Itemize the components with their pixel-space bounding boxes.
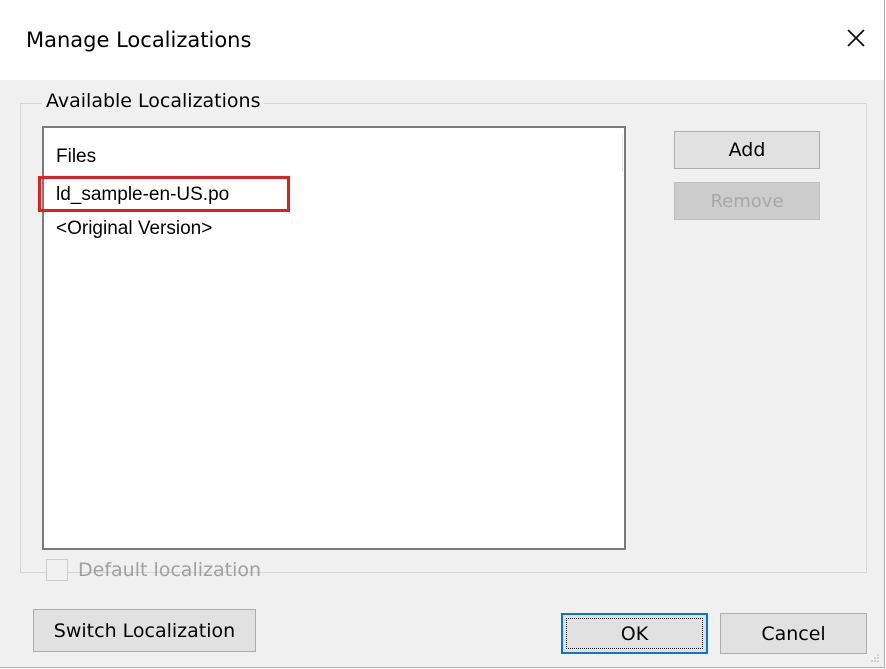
list-item-original-version[interactable]: <Original Version>	[56, 218, 212, 240]
list-item-localization-file[interactable]: ld_sample-en-US.po	[56, 184, 229, 206]
title-bar: Manage Localizations	[0, 0, 884, 80]
localizations-list[interactable]: Files ld_sample-en-US.po <Original Versi…	[42, 126, 626, 550]
close-icon	[847, 29, 865, 47]
resize-grip-icon[interactable]	[870, 653, 880, 663]
column-header-files: Files	[56, 146, 97, 167]
close-button[interactable]	[836, 18, 876, 58]
add-button[interactable]: Add	[674, 131, 820, 169]
default-localization-checkbox[interactable]: Default localization	[46, 559, 261, 581]
focus-rectangle	[566, 618, 703, 649]
ok-button[interactable]: OK	[561, 613, 708, 654]
switch-localization-button[interactable]: Switch Localization	[33, 609, 256, 652]
window-title: Manage Localizations	[26, 28, 252, 52]
cancel-button[interactable]: Cancel	[720, 613, 867, 654]
column-separator[interactable]	[622, 134, 623, 172]
checkbox-box[interactable]	[46, 559, 68, 581]
group-legend: Available Localizations	[42, 90, 265, 112]
checkbox-label: Default localization	[78, 559, 262, 581]
list-column-header[interactable]: Files	[44, 128, 624, 174]
manage-localizations-dialog: Manage Localizations Available Localizat…	[0, 0, 885, 668]
remove-button[interactable]: Remove	[674, 182, 820, 220]
